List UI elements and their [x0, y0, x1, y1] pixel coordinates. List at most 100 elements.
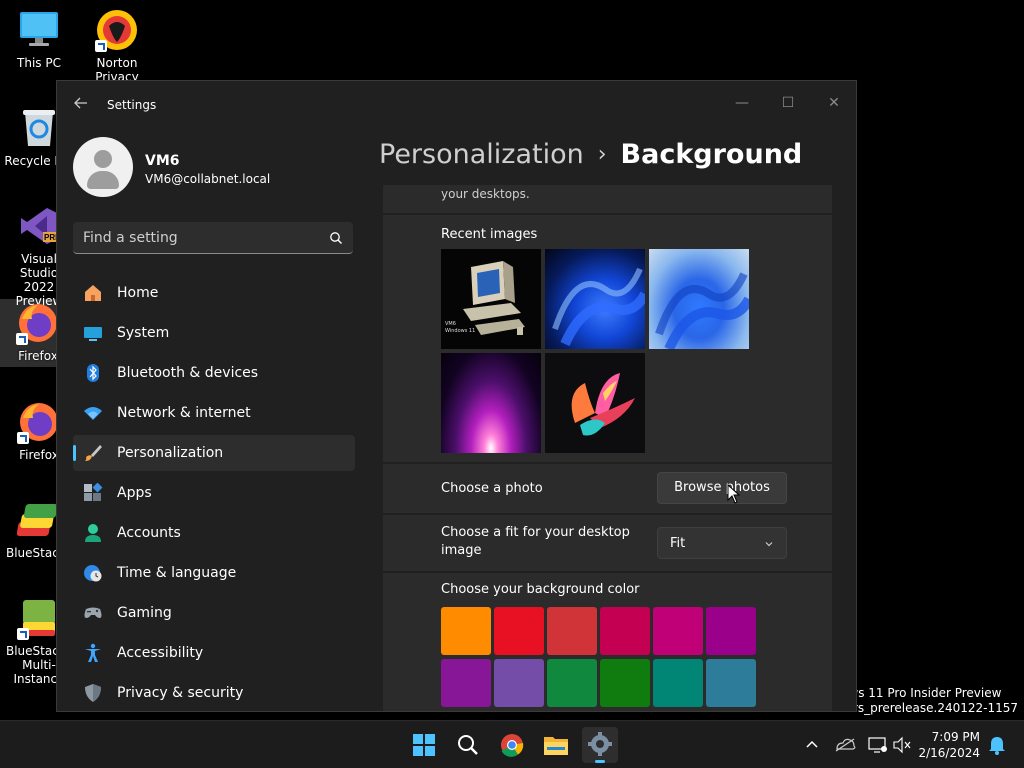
search-icon — [458, 735, 478, 755]
network-tray-icon[interactable] — [864, 721, 890, 768]
sidebar-item-home[interactable]: Home — [73, 275, 355, 311]
recycle-bin-icon — [17, 106, 61, 150]
wifi-icon — [83, 403, 103, 423]
browse-photos-button[interactable]: Browse photos — [657, 472, 787, 504]
brush-icon — [83, 443, 103, 463]
sidebar-item-apps[interactable]: Apps — [73, 475, 355, 511]
taskbar-clock[interactable]: 7:09 PM 2/16/2024 — [918, 729, 980, 761]
sidebar-item-network[interactable]: Network & internet — [73, 395, 355, 431]
color-swatch[interactable] — [441, 659, 491, 707]
clock-globe-icon — [83, 563, 103, 583]
accounts-icon — [83, 523, 103, 543]
wallpaper-caption-line1: VM6 — [445, 321, 456, 327]
shield-icon — [83, 683, 103, 703]
chevron-up-icon — [806, 740, 818, 748]
search-box[interactable] — [73, 222, 353, 254]
recent-image-2[interactable] — [545, 249, 645, 349]
sidebar-item-personalization[interactable]: Personalization — [73, 435, 355, 471]
search-input[interactable] — [83, 222, 313, 253]
sidebar-item-accounts[interactable]: Accounts — [73, 515, 355, 551]
title-bar: Settings — ☐ ✕ — [57, 81, 856, 129]
avatar — [73, 137, 133, 197]
breadcrumb-separator: › — [597, 142, 607, 167]
sidebar-item-privacy-security[interactable]: Privacy & security — [73, 675, 355, 711]
visual-studio-icon: PRE — [17, 204, 61, 248]
color-swatch[interactable] — [441, 607, 491, 655]
color-swatch[interactable] — [706, 659, 756, 707]
breadcrumb: Personalization › Background — [379, 139, 802, 170]
show-hidden-icons-button[interactable] — [800, 721, 824, 768]
recent-image-5[interactable] — [545, 353, 645, 453]
sidebar-item-bluetooth[interactable]: Bluetooth & devices — [73, 355, 355, 391]
taskbar-file-explorer-button[interactable] — [538, 727, 574, 763]
apps-icon — [83, 482, 103, 503]
onedrive-tray-icon[interactable] — [832, 721, 858, 768]
chevron-down-icon — [764, 534, 774, 547]
color-swatch[interactable] — [600, 659, 650, 707]
breadcrumb-parent[interactable]: Personalization — [379, 139, 584, 170]
color-swatch[interactable] — [547, 607, 597, 655]
active-app-indicator — [595, 760, 605, 763]
shortcut-arrow-icon — [95, 40, 107, 52]
bluestacks-icon — [16, 498, 61, 542]
color-swatch[interactable] — [653, 607, 703, 655]
clock-date: 2/16/2024 — [918, 746, 980, 760]
background-color-label: Choose your background color — [441, 582, 640, 597]
color-swatch[interactable] — [706, 607, 756, 655]
desktop-icon-this-pc[interactable]: This PC — [1, 8, 77, 70]
fit-dropdown-value: Fit — [670, 536, 686, 551]
recent-images-card: Recent images VM6 Windows 11 — [383, 215, 832, 462]
computer-icon — [17, 8, 61, 52]
maximize-button[interactable]: ☐ — [765, 87, 811, 119]
fit-dropdown[interactable]: Fit — [657, 527, 787, 559]
choose-photo-label: Choose a photo — [441, 481, 543, 496]
recent-image-4[interactable] — [441, 353, 541, 453]
sidebar-nav: Home System Bluetooth & devices Network … — [73, 275, 355, 711]
choose-fit-label: Choose a fit for your desktop image — [441, 525, 630, 558]
color-swatch[interactable] — [494, 659, 544, 707]
window-title: Settings — [107, 98, 157, 112]
firefox-icon — [16, 301, 60, 345]
firefox-icon — [17, 400, 61, 444]
taskbar-search-button[interactable] — [450, 727, 486, 763]
system-icon — [83, 323, 103, 343]
mouse-cursor-icon — [727, 483, 741, 504]
profile-name: VM6 — [145, 153, 180, 169]
background-settings-panel: your desktops. Recent images VM6 Windows… — [383, 185, 833, 711]
taskbar-settings-button[interactable] — [582, 727, 618, 763]
file-explorer-icon — [544, 737, 568, 755]
recent-images-heading: Recent images — [441, 227, 538, 242]
recent-image-3[interactable] — [649, 249, 749, 349]
volume-muted-icon[interactable] — [890, 721, 914, 768]
norton-icon — [95, 8, 139, 52]
page-title: Background — [620, 139, 803, 170]
settings-icon — [588, 732, 612, 756]
color-swatch[interactable] — [547, 659, 597, 707]
shortcut-arrow-icon — [16, 333, 28, 345]
color-swatch[interactable] — [494, 607, 544, 655]
taskbar: 7:09 PM 2/16/2024 — [0, 720, 1024, 768]
personalize-background-card: your desktops. — [383, 185, 832, 213]
color-swatch[interactable] — [653, 659, 703, 707]
taskbar-chrome-button[interactable] — [494, 727, 530, 763]
color-swatch[interactable] — [600, 607, 650, 655]
shortcut-arrow-icon — [17, 628, 29, 640]
minimize-button[interactable]: — — [719, 87, 765, 119]
back-arrow-icon[interactable] — [71, 95, 91, 115]
desktop-icon-norton[interactable]: Norton Privacy — [79, 8, 155, 84]
sidebar-item-time-language[interactable]: Time & language — [73, 555, 355, 591]
sidebar-item-system[interactable]: System — [73, 315, 355, 351]
chrome-icon — [501, 734, 524, 757]
sidebar-item-accessibility[interactable]: Accessibility — [73, 635, 355, 671]
clock-time: 7:09 PM — [931, 730, 980, 744]
search-icon[interactable] — [329, 230, 343, 244]
shortcut-arrow-icon — [17, 432, 29, 444]
sidebar-item-gaming[interactable]: Gaming — [73, 595, 355, 631]
close-button[interactable]: ✕ — [811, 87, 856, 119]
settings-window: Settings — ☐ ✕ VM6 VM6@collabnet.local H… — [56, 80, 857, 712]
start-icon — [413, 734, 435, 756]
notification-bell-icon[interactable] — [986, 721, 1008, 768]
recent-image-1[interactable]: VM6 Windows 11 — [441, 249, 541, 349]
bluestacks-multi-instance-icon — [17, 596, 61, 640]
start-button[interactable] — [406, 727, 442, 763]
